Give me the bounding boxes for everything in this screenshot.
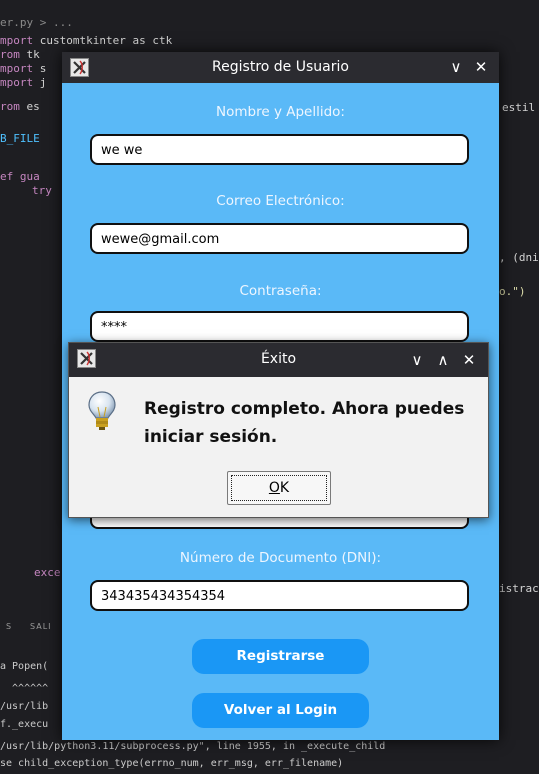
code-fragment: o."): [499, 285, 526, 298]
panel-tabs: S SALI: [0, 622, 60, 642]
minimize-icon[interactable]: ∨: [447, 58, 465, 76]
window-title: Registro de Usuario: [212, 59, 349, 75]
lightbulb-icon: [85, 389, 119, 433]
terminal-line: f._execu: [0, 719, 49, 730]
dialog-message-line: iniciar sesión.: [144, 427, 278, 447]
register-button[interactable]: Registrarse: [192, 639, 369, 674]
dialog-minimize-icon[interactable]: ∨: [408, 351, 426, 369]
terminal-line: se child_exception_type(errno_num, err_m…: [0, 758, 344, 769]
dialog-message: Registro completo. Ahora puedes iniciar …: [144, 395, 484, 451]
code-line: rom tk: [0, 48, 40, 61]
window-titlebar[interactable]: Registro de Usuario ∨ ✕: [62, 52, 499, 83]
ok-button[interactable]: OK: [227, 471, 331, 505]
success-dialog: Éxito ∨ ∧ ✕ Registro completo. Ahora pue…: [68, 342, 489, 518]
code-line: rom es: [0, 100, 40, 113]
close-icon[interactable]: ✕: [472, 58, 490, 76]
code-fragment: estil: [502, 101, 536, 114]
terminal-line: ^^^^^^: [0, 683, 49, 694]
back-to-login-button[interactable]: Volver al Login: [192, 693, 369, 728]
password-label: Contraseña:: [239, 283, 322, 299]
dialog-maximize-icon[interactable]: ∧: [434, 351, 452, 369]
dialog-titlebar[interactable]: Éxito ∨ ∧ ✕: [69, 343, 488, 377]
name-input[interactable]: we we: [90, 134, 469, 165]
code-line: try: [32, 184, 52, 197]
code-line: mport customtkinter as ctk: [0, 34, 173, 47]
editor-breadcrumb: er.py > ...: [0, 16, 73, 29]
code-fragment: istrac: [499, 582, 539, 595]
code-line: exce: [34, 566, 61, 579]
panel-tab-output[interactable]: SALI: [30, 622, 52, 631]
code-line: mport j: [0, 76, 47, 89]
code-line: mport s: [0, 62, 47, 75]
code-line: ef gua: [0, 170, 40, 183]
name-label: Nombre y Apellido:: [216, 104, 345, 120]
dni-input[interactable]: 343435434354354: [90, 580, 469, 611]
password-input[interactable]: ****: [90, 311, 469, 342]
dialog-message-line: Registro completo. Ahora puedes: [144, 399, 465, 419]
email-label: Correo Electrónico:: [216, 193, 345, 209]
panel-tab[interactable]: S: [6, 622, 12, 631]
dialog-close-icon[interactable]: ✕: [460, 351, 478, 369]
dni-label: Número de Documento (DNI):: [179, 550, 382, 566]
focus-ring: [231, 475, 327, 501]
email-input[interactable]: wewe@gmail.com: [90, 223, 469, 254]
terminal-line: /usr/lib: [0, 701, 49, 712]
terminal-line: a Popen(: [0, 661, 49, 672]
code-line: B_FILE: [0, 132, 40, 145]
terminal-line: /usr/lib/python3.11/subprocess.py", line…: [0, 741, 386, 752]
code-fragment: , (dni: [499, 251, 539, 264]
